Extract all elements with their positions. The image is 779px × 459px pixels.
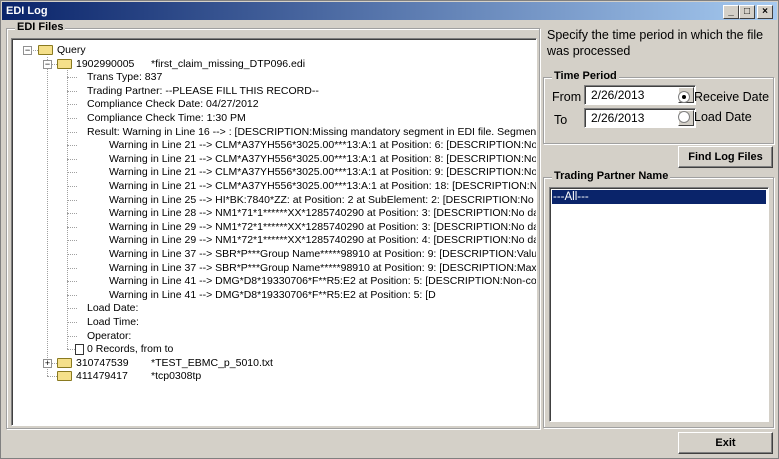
title-bar: EDI Log _ □ × [2, 2, 777, 20]
tree-node[interactable]: Warning in Line 25 --> HI*BK:7840*ZZ: at… [109, 193, 536, 207]
tree-node[interactable]: Warning in Line 21 --> CLM*A37YH556*3025… [109, 138, 536, 152]
tree-line [67, 213, 77, 215]
find-log-files-button[interactable]: Find Log Files [678, 146, 773, 168]
tree-line [67, 240, 77, 242]
node-label: Query [57, 44, 86, 56]
tree-line [67, 158, 77, 160]
tree-line [67, 281, 77, 283]
tree-line [67, 335, 77, 337]
node-id: 1902990005 [76, 57, 135, 70]
trading-partner-legend: Trading Partner Name [552, 170, 671, 182]
to-label: To [554, 113, 568, 127]
tree-node[interactable]: Warning in Line 37 --> SBR*P***Group Nam… [109, 261, 536, 275]
list-item-all[interactable]: ---All--- [552, 190, 766, 204]
trading-partner-list[interactable]: ---All--- [549, 187, 769, 422]
node-id: 411479417 [76, 370, 128, 383]
collapse-icon[interactable]: − [43, 59, 52, 69]
document-icon [75, 344, 84, 356]
tree-line [67, 226, 77, 228]
exit-button[interactable]: Exit [678, 432, 773, 454]
tree-node[interactable]: Trading Partner: --PLEASE FILL THIS RECO… [87, 84, 319, 98]
minimize-button[interactable]: _ [723, 5, 739, 19]
expand-icon[interactable]: + [43, 358, 52, 368]
tree-node[interactable]: Compliance Check Time: 1:30 PM [87, 111, 246, 125]
tree-node[interactable]: Load Date: [87, 301, 138, 315]
folder-icon [57, 357, 72, 368]
tree-line [67, 186, 77, 187]
tree-line [67, 308, 77, 310]
tree-line [67, 322, 77, 323]
tree-line [67, 294, 77, 296]
load-date-label[interactable]: Load Date [694, 110, 752, 124]
receive-date-label[interactable]: Receive Date [694, 90, 769, 104]
maximize-button[interactable]: □ [739, 5, 755, 19]
tree-node[interactable]: Warning in Line 28 --> NM1*71*1******XX*… [109, 206, 536, 220]
tree-line [47, 376, 57, 378]
tree-line [67, 131, 77, 133]
node-id: 310747539 [76, 356, 129, 369]
tree-node[interactable]: Warning in Line 41 --> DMG*D8*19330706*F… [109, 288, 436, 302]
tree-node[interactable]: Result: Warning in Line 16 --> : [DESCRI… [87, 125, 536, 139]
node-label: *tcp0308tp [151, 370, 202, 383]
tree-node[interactable]: Load Time: [87, 315, 139, 329]
edi-files-tree[interactable]: − Query −1902990005 *first_claim_missing_DT… [11, 38, 537, 426]
tree-line [67, 172, 77, 174]
tree-node[interactable]: Warning in Line 21 --> CLM*A37YH556*3025… [109, 152, 536, 166]
tree-line [67, 145, 77, 147]
to-date-value: 2/26/2013 [591, 111, 645, 125]
tree-line [67, 104, 77, 106]
tree-line [67, 349, 75, 351]
load-date-radio[interactable] [678, 111, 690, 123]
tree-node[interactable]: Query [57, 43, 86, 57]
from-date-value: 2/26/2013 [591, 88, 645, 102]
tree-line [47, 56, 48, 377]
folder-icon [57, 371, 72, 382]
tree-node[interactable]: 411479417 *tcp0308tp [76, 369, 201, 383]
time-period-legend: Time Period [552, 70, 619, 82]
tree-line [67, 199, 77, 201]
tree-line [67, 70, 68, 349]
folder-open-icon [57, 58, 72, 69]
tree-node[interactable]: Trans Type: 837 [87, 70, 162, 84]
tree-line [67, 90, 77, 92]
tree-node[interactable]: Warning in Line 41 --> DMG*D8*19330706*F… [109, 274, 536, 288]
tree-node[interactable]: Warning in Line 29 --> NM1*72*1******XX*… [109, 233, 536, 247]
node-label: *TEST_EBMC_p_5010.txt [151, 356, 273, 369]
tree-line [67, 254, 77, 255]
tree-node[interactable]: Compliance Check Date: 04/27/2012 [87, 97, 259, 111]
window-title: EDI Log [6, 5, 48, 17]
edi-files-legend: EDI Files [15, 21, 66, 33]
close-button[interactable]: × [757, 5, 773, 19]
tree-line [67, 267, 77, 269]
tree-node[interactable]: Warning in Line 21 --> CLM*A37YH556*3025… [109, 179, 536, 193]
tree-node[interactable]: Warning in Line 37 --> SBR*P***Group Nam… [109, 247, 536, 261]
instruction-text: Specify the time period in which the fil… [547, 28, 764, 58]
tree-node[interactable]: Warning in Line 29 --> NM1*72*1******XX*… [109, 220, 536, 234]
tree-line [29, 50, 38, 51]
tree-node[interactable]: 0 Records, from to [87, 342, 173, 356]
edi-log-window: EDI Log _ □ × EDI Files − Query −190299000… [0, 0, 779, 459]
tree-node[interactable]: Operator: [87, 329, 131, 343]
tree-line [67, 77, 77, 79]
tree-line [67, 118, 77, 119]
tree-node[interactable]: 310747539 *TEST_EBMC_p_5010.txt [76, 356, 273, 370]
folder-open-icon [38, 45, 53, 55]
tree-node[interactable]: Warning in Line 21 --> CLM*A37YH556*3025… [109, 165, 536, 179]
tree-node[interactable]: 1902990005 *first_claim_missing_DTP096.ed… [76, 57, 305, 71]
node-label: *first_claim_missing_DTP096.edi [151, 57, 306, 70]
from-label: From [552, 90, 582, 104]
receive-date-radio[interactable] [678, 91, 690, 103]
